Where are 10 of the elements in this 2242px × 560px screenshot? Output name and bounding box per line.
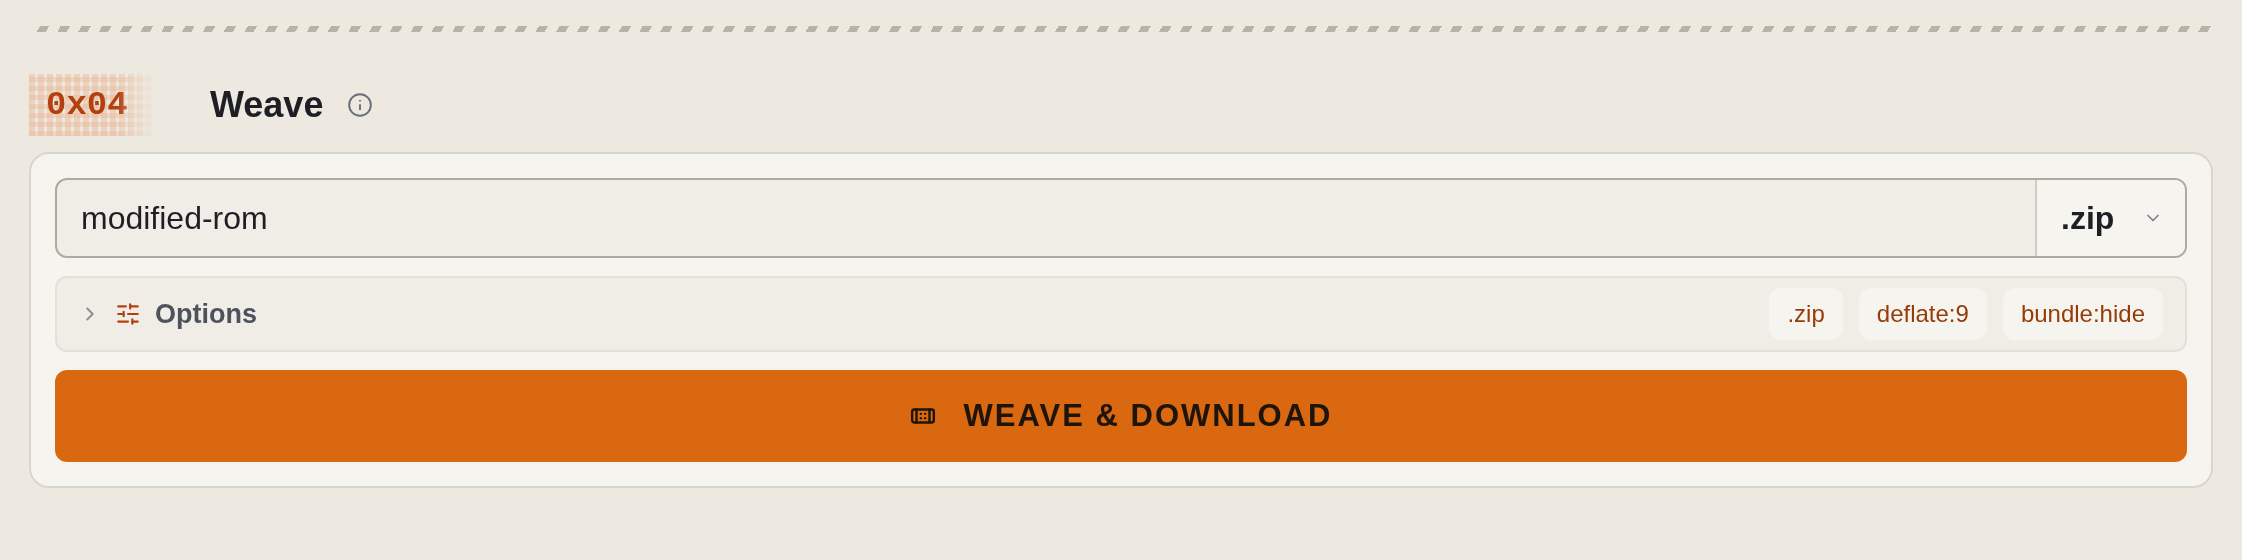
option-tag: .zip [1769, 288, 1843, 340]
info-icon[interactable] [347, 92, 374, 118]
option-tag: bundle:hide [2002, 288, 2163, 340]
options-toggle[interactable]: Options [79, 298, 257, 330]
weave-download-button[interactable]: WEAVE & DOWNLOAD [55, 370, 2187, 462]
extension-select[interactable]: .zip [2035, 180, 2185, 256]
filename-field[interactable]: modified-rom .zip [55, 178, 2187, 258]
option-tag: deflate:9 [1858, 288, 1987, 340]
sliders-icon [115, 301, 141, 327]
section-title: Weave [210, 84, 324, 126]
